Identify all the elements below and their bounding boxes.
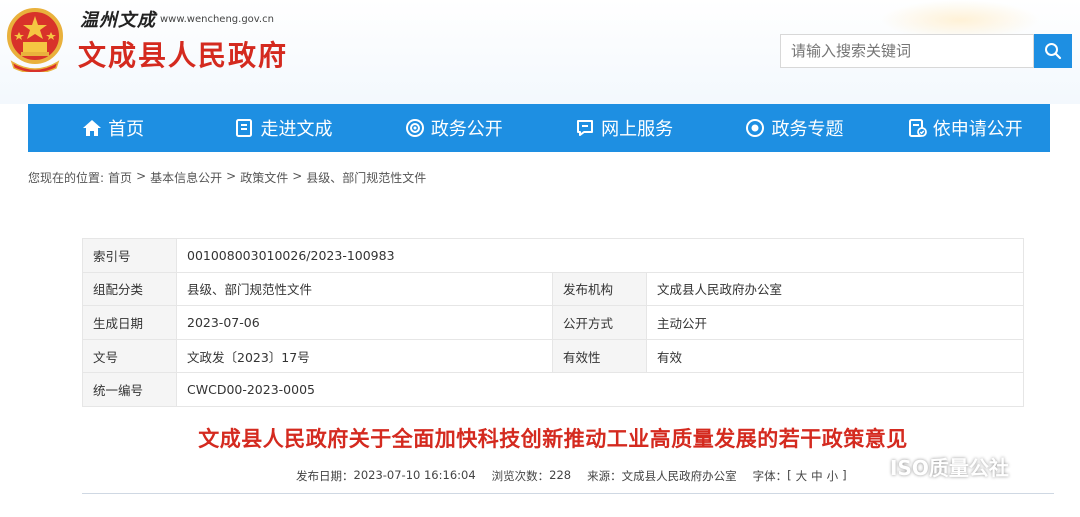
nav-label: 政务专题 <box>771 119 844 140</box>
search-input[interactable] <box>780 34 1034 68</box>
table-row: 索引号 001008003010026/2023-100983 <box>82 238 1024 273</box>
watermark: ISO质量公社 <box>848 452 1009 481</box>
font-bracket-close: ] <box>842 468 847 482</box>
font-size-options: [ 大 中 小 ] <box>787 468 847 484</box>
nav-label: 首页 <box>108 119 145 140</box>
nav-item-gov-affairs[interactable]: 政务公开 <box>369 104 539 152</box>
breadcrumb-item-info-disclosure[interactable]: 基本信息公开 <box>150 169 222 186</box>
table-row: 文号 文政发〔2023〕17号 有效性 有效 <box>82 338 1024 374</box>
nav-label: 依申请公开 <box>932 119 1023 140</box>
breadcrumb-item-county-docs[interactable]: 县级、部门规范性文件 <box>306 169 426 186</box>
index-label: 索引号 <box>82 238 177 273</box>
publisher-value: 文成县人民政府办公室 <box>646 271 1024 307</box>
view-count-label: 浏览次数： <box>491 469 550 483</box>
date-label: 生成日期 <box>82 305 177 340</box>
breadcrumb-item-home[interactable]: 首页 <box>108 169 132 186</box>
validity-value: 有效 <box>646 338 1024 374</box>
publish-date-value: 2023-07-10 16:16:04 <box>353 468 476 482</box>
chat-icon <box>577 120 594 136</box>
book-icon <box>236 119 253 137</box>
source: 来源： 文成县人民政府办公室 <box>587 468 737 484</box>
search-icon <box>1045 43 1062 60</box>
table-row: 组配分类 县级、部门规范性文件 发布机构 文成县人民政府办公室 <box>82 271 1024 307</box>
table-row: 生成日期 2023-07-06 公开方式 主动公开 <box>82 305 1024 340</box>
breadcrumb-separator: > <box>292 169 303 183</box>
publish-date: 发布日期： 2023-07-10 16:16:04 <box>296 468 476 484</box>
index-value: 001008003010026/2023-100983 <box>176 238 1024 273</box>
serial-value: CWCD00-2023-0005 <box>176 372 1024 407</box>
breadcrumb: 您现在的位置: 首页 > 基本信息公开 > 政策文件 > 县级、部门规范性文件 <box>28 169 426 186</box>
font-size-large-button[interactable]: 大 <box>796 468 808 484</box>
docno-value: 文政发〔2023〕17号 <box>176 338 553 374</box>
main-nav: 首页 走进文成 政务公开 网上服务 政务专题 依申请公开 <box>28 104 1050 152</box>
wechat-icon <box>848 453 884 479</box>
publish-date-label: 发布日期： <box>296 469 354 483</box>
date-value: 2023-07-06 <box>176 305 553 340</box>
eye-icon <box>746 119 765 137</box>
method-label: 公开方式 <box>552 305 647 340</box>
city-script-logo: 温州文成 <box>80 10 156 31</box>
breadcrumb-separator: > <box>136 169 147 183</box>
nav-item-apply-disclosure[interactable]: 依申请公开 <box>880 104 1050 152</box>
nav-item-about[interactable]: 走进文成 <box>198 104 368 152</box>
document-title: 文成县人民政府关于全面加快科技创新推动工业高质量发展的若干政策意见 <box>198 427 908 451</box>
view-count-value: 228 <box>549 468 572 482</box>
table-row: 统一编号 CWCD00-2023-0005 <box>82 372 1024 407</box>
nav-item-topics[interactable]: 政务专题 <box>709 104 879 152</box>
site-title[interactable]: 文成县人民政府 <box>78 34 288 74</box>
font-size-medium-button[interactable]: 中 <box>811 468 823 484</box>
nav-label: 政务公开 <box>430 119 503 140</box>
serial-label: 统一编号 <box>82 372 177 407</box>
method-value: 主动公开 <box>646 305 1024 340</box>
validity-label: 有效性 <box>552 338 647 374</box>
font-bracket-open: [ <box>787 468 792 482</box>
search-button[interactable] <box>1034 34 1072 68</box>
site-url: www.wencheng.gov.cn <box>160 14 274 25</box>
site-header: 温州文成 www.wencheng.gov.cn 文成县人民政府 <box>0 0 1080 104</box>
view-count: 浏览次数： 228 <box>492 468 571 484</box>
breadcrumb-prefix: 您现在的位置: <box>28 171 105 185</box>
font-size-label: 字体： <box>752 469 788 483</box>
nav-label: 网上服务 <box>601 119 674 140</box>
nav-item-home[interactable]: 首页 <box>28 104 198 152</box>
breadcrumb-separator: > <box>226 169 237 183</box>
divider <box>82 493 1054 494</box>
category-label: 组配分类 <box>82 271 177 307</box>
national-emblem-icon <box>7 8 63 72</box>
watermark-text: ISO质量公社 <box>890 456 1009 480</box>
breadcrumb-item-policy-docs[interactable]: 政策文件 <box>240 169 288 186</box>
category-value: 县级、部门规范性文件 <box>176 271 553 307</box>
broadcast-icon <box>405 119 424 137</box>
home-icon <box>83 120 102 136</box>
source-value: 文成县人民政府办公室 <box>621 469 737 483</box>
document-check-icon <box>908 119 927 137</box>
nav-label: 走进文成 <box>260 119 333 140</box>
docno-label: 文号 <box>82 338 177 374</box>
source-label: 来源： <box>587 469 622 483</box>
document-meta: 发布日期： 2023-07-10 16:16:04 浏览次数： 228 来源： … <box>296 468 847 484</box>
publisher-label: 发布机构 <box>552 271 647 307</box>
font-size-control: 字体： [ 大 中 小 ] <box>753 468 847 484</box>
font-size-small-button[interactable]: 小 <box>827 468 839 484</box>
document-info-table: 索引号 001008003010026/2023-100983 组配分类 县级、… <box>82 238 1024 407</box>
nav-item-online-service[interactable]: 网上服务 <box>539 104 709 152</box>
